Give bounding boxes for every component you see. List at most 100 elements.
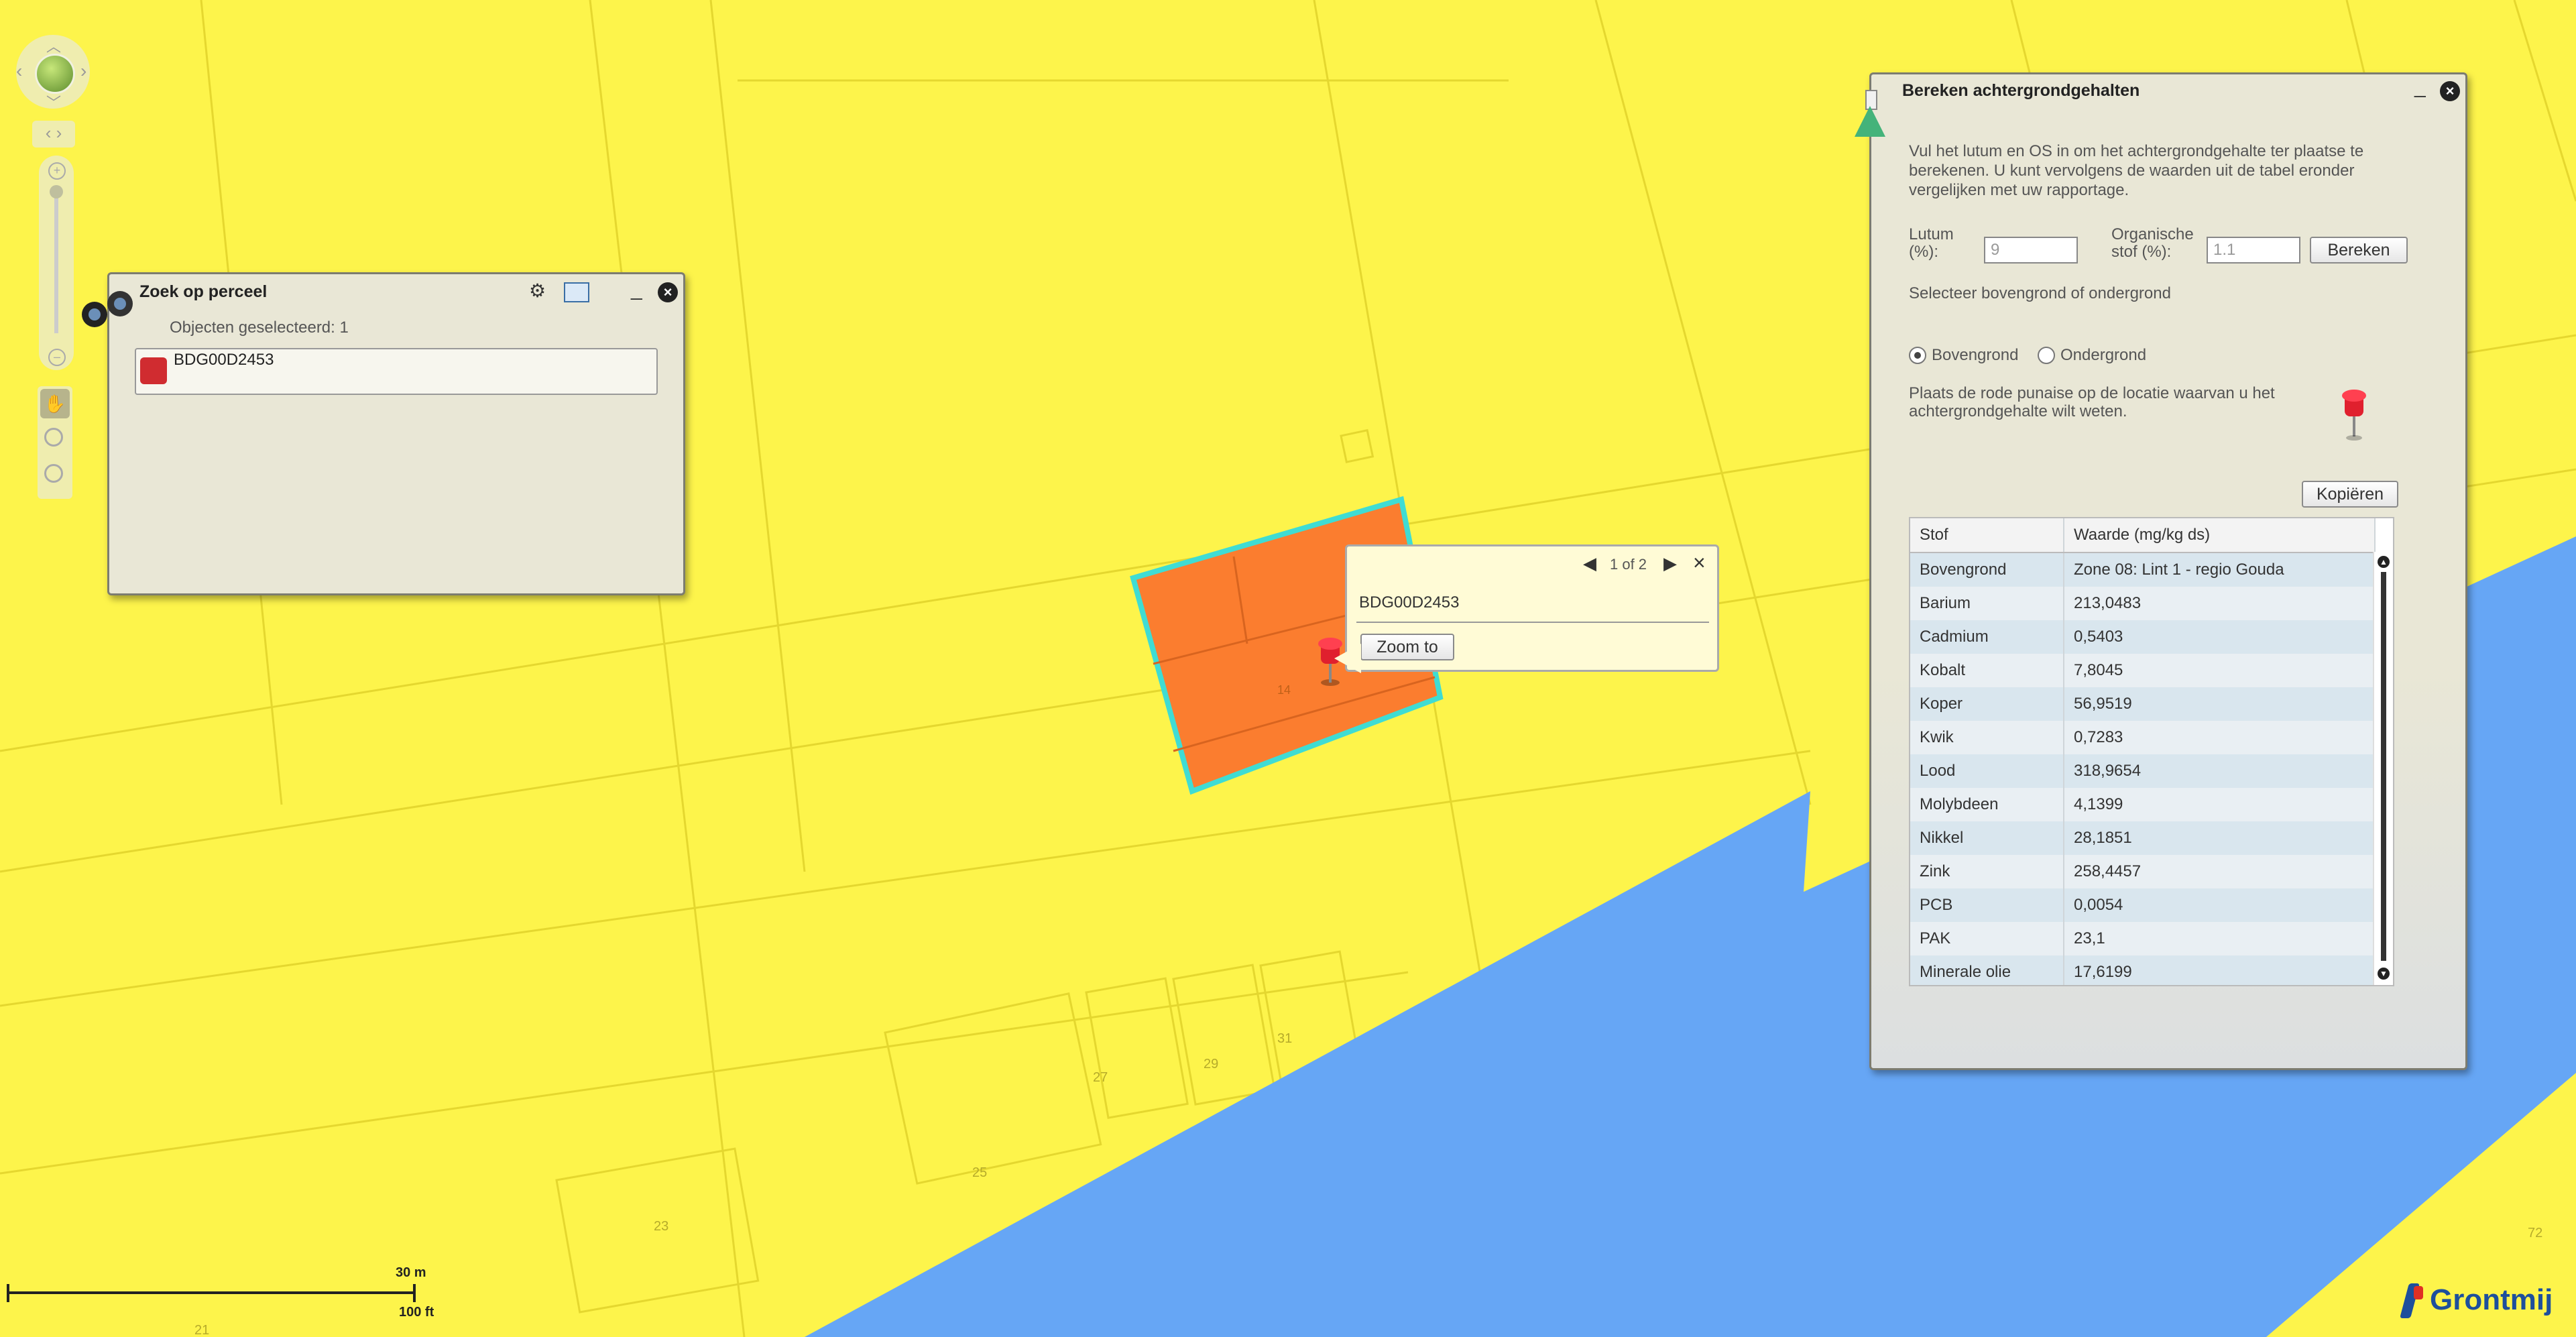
table-row[interactable]: PAK 23,1 xyxy=(1910,922,2376,955)
table-icon[interactable] xyxy=(564,282,589,302)
lutum-label: Lutum (%): xyxy=(1909,225,1954,261)
cell-waarde: 213,0483 xyxy=(2064,587,2376,620)
zoom-out-icon[interactable]: – xyxy=(48,349,66,366)
scale-label-m: 30 m xyxy=(396,1265,426,1280)
zoom-slider[interactable]: + – xyxy=(39,156,74,370)
zoom-thumb[interactable] xyxy=(50,185,63,198)
cell-stof: Koper xyxy=(1910,687,2064,721)
house-number: 29 xyxy=(1204,1057,1218,1071)
parcel-number: 14 xyxy=(1277,683,1291,697)
table-row[interactable]: Kwik 0,7283 xyxy=(1910,721,2376,754)
cell-waarde: 318,9654 xyxy=(2064,754,2376,788)
organic-matter-input[interactable] xyxy=(2207,237,2300,264)
cell-waarde: 28,1851 xyxy=(2064,821,2376,855)
minimize-icon[interactable]: _ xyxy=(631,280,642,300)
history-control[interactable]: ‹ › xyxy=(32,121,75,148)
radio-bovengrond[interactable] xyxy=(1909,347,1926,364)
arrow-down-icon[interactable]: ﹀ xyxy=(46,91,61,113)
cell-waarde: 0,0054 xyxy=(2064,888,2376,922)
popup-pager: 1 of 2 xyxy=(1610,556,1647,573)
popup-divider xyxy=(1356,622,1709,623)
result-list: BDG00D2453 xyxy=(135,348,658,395)
house-number: 25 xyxy=(972,1165,987,1180)
scroll-up-icon[interactable]: ▲ xyxy=(2378,556,2390,568)
pin-instructions: Plaats de rode punaise op de locatie waa… xyxy=(1909,384,2275,420)
pan-tool-icon[interactable]: ✋ xyxy=(40,389,70,418)
table-row[interactable]: Cadmium 0,5403 xyxy=(1910,620,2376,654)
arrow-left-icon[interactable]: ‹ xyxy=(16,60,22,82)
table-row[interactable]: Kobalt 7,8045 xyxy=(1910,654,2376,687)
background-values-panel[interactable]: Bereken achtergrondgehalten _ × Vul het … xyxy=(1869,72,2467,1070)
cell-waarde: 56,9519 xyxy=(2064,687,2376,721)
cell-stof: PCB xyxy=(1910,888,2064,922)
calculate-button[interactable]: Bereken xyxy=(2310,237,2408,264)
table-row[interactable]: Lood 318,9654 xyxy=(1910,754,2376,788)
cell-stof: Bovengrond xyxy=(1910,553,2064,587)
lutum-input[interactable] xyxy=(1984,237,2078,264)
feature-popup[interactable]: ◀ 1 of 2 ▶ × BDG00D2453 Zoom to xyxy=(1345,544,1719,672)
search-panel-title: Zoek op perceel xyxy=(139,282,268,301)
organic-matter-label: Organische stof (%): xyxy=(2111,225,2194,261)
popup-pointer xyxy=(1334,644,1361,673)
result-item-label: BDG00D2453 xyxy=(174,351,274,369)
calc-minimize-icon[interactable]: _ xyxy=(2414,77,2426,97)
zoom-to-button[interactable]: Zoom to xyxy=(1360,634,1454,660)
binoculars-icon xyxy=(80,288,137,331)
zoom-in-icon[interactable]: + xyxy=(48,162,66,180)
scroll-down-icon[interactable]: ▼ xyxy=(2378,968,2390,980)
cell-waarde: 17,6199 xyxy=(2064,955,2376,985)
calc-close-icon[interactable]: × xyxy=(2440,81,2460,101)
house-number: 72 xyxy=(2528,1226,2542,1240)
table-row[interactable]: Nikkel 28,1851 xyxy=(1910,821,2376,855)
table-row[interactable]: Molybdeen 4,1399 xyxy=(1910,788,2376,821)
prev-feature-icon[interactable]: ◀ xyxy=(1583,553,1596,574)
table-row[interactable]: Minerale olie 17,6199 xyxy=(1910,955,2376,985)
table-row[interactable]: Koper 56,9519 xyxy=(1910,687,2376,721)
table-row[interactable]: PCB 0,0054 xyxy=(1910,888,2376,922)
popup-close-icon[interactable]: × xyxy=(1693,550,1706,575)
column-header-stof: Stof xyxy=(1910,518,2064,553)
table-row[interactable]: Bovengrond Zone 08: Lint 1 - regio Gouda xyxy=(1910,553,2376,587)
copy-button[interactable]: Kopiëren xyxy=(2302,481,2398,508)
house-number: 31 xyxy=(1277,1031,1292,1046)
table-scrollbar[interactable]: ▲ ▼ xyxy=(2373,552,2393,985)
radio-ondergrond[interactable] xyxy=(2038,347,2055,364)
cell-stof: Minerale olie xyxy=(1910,955,2064,985)
selected-count: Objecten geselecteerd: 1 xyxy=(170,318,349,337)
column-header-waarde: Waarde (mg/kg ds) xyxy=(2064,518,2376,553)
table-row[interactable]: Barium 213,0483 xyxy=(1910,587,2376,620)
intro-text: Vul het lutum en OS in om het achtergron… xyxy=(1909,142,2364,199)
grontmij-logo: Grontmij xyxy=(2394,1277,2568,1324)
select-layer-text: Selecteer bovengrond of ondergrond xyxy=(1909,284,2171,302)
cell-stof: Kwik xyxy=(1910,721,2064,754)
arrow-right-icon[interactable]: › xyxy=(80,60,86,82)
table-row[interactable]: Zink 258,4457 xyxy=(1910,855,2376,888)
scale-label-ft: 100 ft xyxy=(399,1305,434,1320)
cell-stof: Zink xyxy=(1910,855,2064,888)
logo-mark-icon xyxy=(2398,1283,2424,1318)
next-feature-icon[interactable]: ▶ xyxy=(1663,553,1677,574)
cell-waarde: 7,8045 xyxy=(2064,654,2376,687)
cell-stof: Lood xyxy=(1910,754,2064,788)
scroll-thumb[interactable] xyxy=(2381,572,2386,961)
search-parcel-panel[interactable]: Zoek op perceel ⚙ _ × Objecten geselecte… xyxy=(107,272,685,595)
cell-stof: PAK xyxy=(1910,922,2064,955)
cell-stof: Barium xyxy=(1910,587,2064,620)
zoom-track xyxy=(54,186,58,333)
cell-stof: Kobalt xyxy=(1910,654,2064,687)
cell-waarde: 0,5403 xyxy=(2064,620,2376,654)
radio-bovengrond-label: Bovengrond xyxy=(1932,346,2019,364)
zoom-in-tool-icon[interactable] xyxy=(44,428,63,447)
red-pin-icon[interactable] xyxy=(2341,390,2367,443)
result-item[interactable]: BDG00D2453 xyxy=(136,349,656,394)
pan-control[interactable]: ︿ ﹀ ‹ › xyxy=(16,35,90,111)
flask-icon xyxy=(1853,87,1887,141)
popup-parcel-id: BDG00D2453 xyxy=(1359,593,1460,612)
zoom-out-tool-icon[interactable] xyxy=(44,464,63,483)
parcel-color-swatch xyxy=(140,357,167,384)
table-header-row: Stof Waarde (mg/kg ds) xyxy=(1910,518,2376,553)
help-icon[interactable]: ⚙ xyxy=(529,280,554,302)
close-icon[interactable]: × xyxy=(658,282,678,302)
globe-icon xyxy=(35,54,75,94)
arrow-up-icon[interactable]: ︿ xyxy=(46,35,61,56)
